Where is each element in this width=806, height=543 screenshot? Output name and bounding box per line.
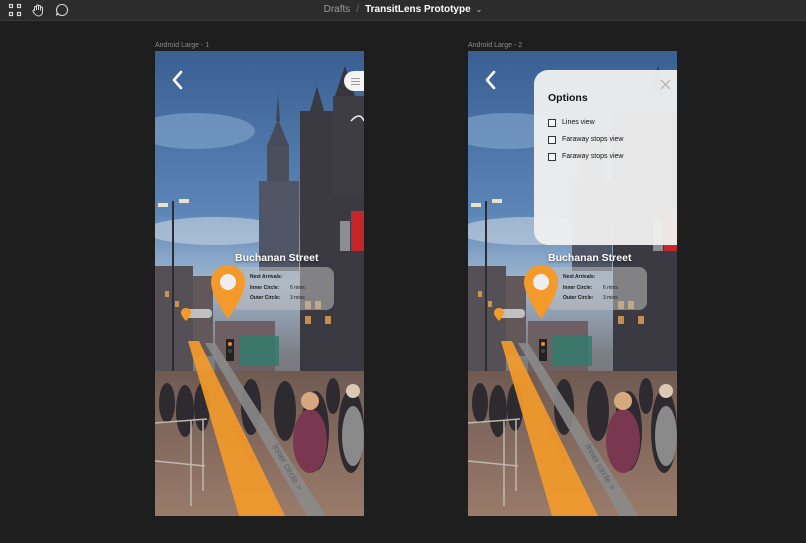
top-toolbar: Drafts / TransitLens Prototype ⌄ [0,0,806,21]
arrivals-heading: Next Arrivals: [250,274,283,280]
options-title: Options [548,92,588,104]
chevron-down-icon[interactable]: ⌄ [476,5,483,14]
arrival-time: 6 mins [603,285,618,291]
checkbox[interactable] [548,153,556,161]
map-pin-icon[interactable] [211,265,245,319]
chevron-left-icon [172,70,183,90]
arrivals-card[interactable]: Next Arrivals: Inner Circle: 6 mins Oute… [546,267,647,310]
frame-label-2[interactable]: Android Large - 2 [468,41,522,50]
arrival-line-label: Outer Circle: [250,295,281,301]
option-faraway-stops-view[interactable]: Faraway stops view [548,152,658,162]
small-map-pin-icon [494,308,504,321]
option-label: Lines view [562,119,595,126]
arrival-line-label: Inner Circle: [250,285,280,291]
menu-button[interactable] [344,71,364,91]
checkbox[interactable] [548,119,556,127]
arrivals-card[interactable]: Next Arrivals: Inner Circle: 6 mins Oute… [233,267,334,310]
small-map-pin-icon [181,308,191,321]
option-faraway-stops-view[interactable]: Faraway stops view [548,135,658,145]
option-label: Faraway stops view [562,136,624,143]
breadcrumb-parent[interactable]: Drafts [324,4,351,15]
arrival-line-label: Inner Circle: [563,285,593,291]
back-button[interactable] [169,69,187,91]
frame-label-1[interactable]: Android Large - 1 [155,41,209,50]
arrival-time: 6 mins [290,285,305,291]
arrival-time: 3 mins [290,295,305,301]
street-name: Buchanan Street [235,252,319,264]
map-pin-icon[interactable] [524,265,558,319]
frame-android-large-2[interactable]: < Outer circle Inner circle > Buchanan S… [468,51,677,516]
option-label: Faraway stops view [562,153,624,160]
back-button[interactable] [482,69,500,91]
breadcrumb-separator: / [356,4,360,15]
arrival-time: 3 mins [603,295,618,301]
options-panel: Options Lines view Faraway stops view Fa… [534,70,677,245]
arrivals-heading: Next Arrivals: [563,274,596,280]
arrival-line-label: Outer Circle: [563,295,594,301]
checkbox[interactable] [548,136,556,144]
street-name: Buchanan Street [548,252,632,264]
breadcrumb: Drafts / TransitLens Prototype ⌄ [0,3,806,17]
frame-android-large-1[interactable]: < Outer circle Inner circle > Buchanan S… [155,51,364,516]
option-lines-view[interactable]: Lines view [548,118,658,128]
chevron-left-icon [485,70,496,90]
close-icon[interactable] [660,79,671,90]
file-name[interactable]: TransitLens Prototype [365,4,471,15]
